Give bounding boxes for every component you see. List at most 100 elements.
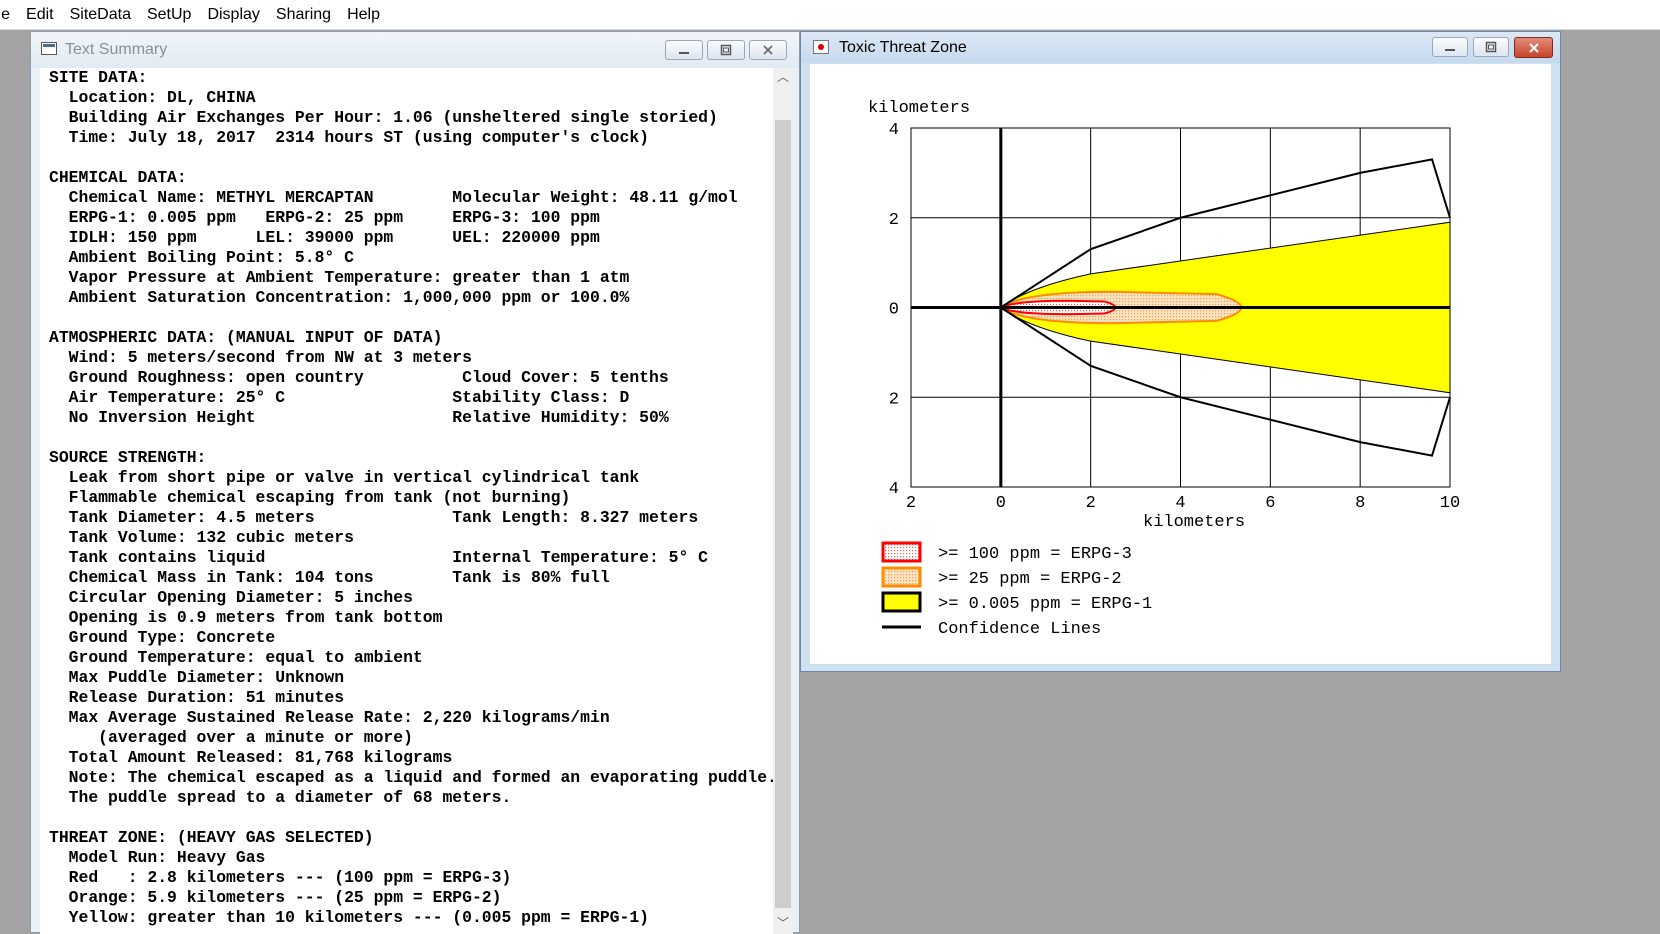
menu-bar: ile Edit SiteData SetUp Display Sharing … bbox=[0, 0, 1660, 30]
restore-icon bbox=[1485, 41, 1497, 53]
summary-line: ERPG-1: 0.005 ppm ERPG-2: 25 ppm ERPG-3:… bbox=[49, 208, 600, 227]
summary-line: Orange: 5.9 kilometers --- (25 ppm = ERP… bbox=[49, 888, 502, 907]
summary-line bbox=[49, 808, 783, 828]
summary-line: Flammable chemical escaping from tank (n… bbox=[49, 488, 571, 507]
restore-icon bbox=[720, 44, 732, 56]
threat-zone-title: Toxic Threat Zone bbox=[839, 39, 967, 56]
legend-swatch bbox=[881, 541, 922, 563]
menu-display[interactable]: Display bbox=[199, 0, 267, 29]
text-summary-title: Text Summary bbox=[65, 41, 168, 58]
summary-line: Tank Diameter: 4.5 meters Tank Length: 8… bbox=[49, 508, 699, 527]
legend-swatch bbox=[881, 566, 922, 588]
y-tick-label: 4 bbox=[889, 480, 899, 499]
threat-zone-titlebar[interactable]: Toxic Threat Zone bbox=[801, 32, 1560, 63]
summary-line: CHEMICAL DATA: bbox=[49, 168, 187, 187]
legend-swatch bbox=[881, 591, 922, 613]
summary-line bbox=[49, 148, 783, 168]
y-tick-label: 2 bbox=[889, 390, 899, 409]
summary-text: SITE DATA: Location: DL, CHINA Building … bbox=[40, 68, 783, 928]
summary-line: Ground Roughness: open country Cloud Cov… bbox=[49, 368, 669, 387]
summary-line: (averaged over a minute or more) bbox=[49, 728, 413, 747]
menu-sitedata[interactable]: SiteData bbox=[62, 0, 139, 29]
x-tick-label: 10 bbox=[1440, 494, 1460, 513]
summary-line: Ground Temperature: equal to ambient bbox=[49, 648, 423, 667]
x-tick-label: 0 bbox=[996, 494, 1006, 513]
x-tick-label: 6 bbox=[1265, 494, 1275, 513]
map-maximize-button[interactable] bbox=[1473, 37, 1509, 57]
legend-label: >= 0.005 ppm = ERPG-1 bbox=[938, 595, 1152, 614]
scroll-up-icon[interactable]: ︿ bbox=[773, 68, 793, 86]
text-summary-titlebar[interactable]: Text Summary bbox=[31, 32, 799, 68]
summary-line: Model Run: Heavy Gas bbox=[49, 848, 266, 867]
threat-zone-chart: kilometers kilometers 2 0 2 4 6 8 1042024 >= 1… bbox=[868, 99, 1460, 639]
menu-file[interactable]: ile bbox=[0, 0, 18, 29]
summary-line: Building Air Exchanges Per Hour: 1.06 (u… bbox=[49, 108, 718, 127]
summary-line: Red : 2.8 kilometers --- (100 ppm = ERPG… bbox=[49, 868, 512, 887]
menu-sharing[interactable]: Sharing bbox=[268, 0, 339, 29]
close-icon bbox=[1528, 43, 1539, 53]
x-axis-title: kilometers bbox=[1143, 513, 1245, 532]
summary-line: Note: The chemical escaped as a liquid a… bbox=[49, 768, 777, 787]
summary-line: Total Amount Released: 81,768 kilograms bbox=[49, 748, 453, 767]
vertical-scrollbar[interactable]: ︿ ﹀ bbox=[773, 68, 793, 934]
y-tick-label: 4 bbox=[889, 121, 899, 140]
summary-line: Ground Type: Concrete bbox=[49, 628, 276, 647]
summary-line: Yellow: greater than 10 kilometers --- (… bbox=[49, 908, 649, 927]
summary-line: Opening is 0.9 meters from tank bottom bbox=[49, 608, 443, 627]
map-close-button[interactable] bbox=[1514, 37, 1553, 58]
summary-line: Tank contains liquid Internal Temperatur… bbox=[49, 548, 709, 567]
menu-edit[interactable]: Edit bbox=[18, 0, 62, 29]
legend-label: >= 100 ppm = ERPG-3 bbox=[938, 545, 1132, 564]
toxic-threat-zone-window: Toxic Threat Zone kilometers kilometers … bbox=[800, 31, 1561, 672]
threat-zone-icon bbox=[813, 40, 829, 54]
legend-label: Confidence Lines bbox=[938, 620, 1101, 639]
x-tick-label: 2 bbox=[1086, 494, 1096, 513]
maximize-button[interactable] bbox=[707, 40, 745, 60]
summary-line: Ambient Saturation Concentration: 1,000,… bbox=[49, 288, 630, 307]
summary-line: THREAT ZONE: (HEAVY GAS SELECTED) bbox=[49, 828, 374, 847]
map-minimize-button[interactable] bbox=[1432, 37, 1468, 57]
summary-line bbox=[49, 428, 783, 448]
summary-line: SITE DATA: bbox=[49, 68, 148, 87]
summary-line: Leak from short pipe or valve in vertica… bbox=[49, 468, 640, 487]
workspace-background-lower bbox=[800, 672, 1660, 933]
close-button[interactable] bbox=[749, 40, 787, 60]
summary-line: Circular Opening Diameter: 5 inches bbox=[49, 588, 413, 607]
x-tick-label: 4 bbox=[1175, 494, 1185, 513]
minimize-icon bbox=[1445, 49, 1455, 51]
scrollbar-thumb[interactable] bbox=[775, 120, 791, 908]
y-tick-label: 0 bbox=[889, 301, 899, 320]
text-summary-window: Text Summary SITE DATA: Location: DL, CH… bbox=[30, 31, 800, 934]
summary-line: Wind: 5 meters/second from NW at 3 meter… bbox=[49, 348, 472, 367]
summary-line: SOURCE STRENGTH: bbox=[49, 448, 207, 467]
menu-help[interactable]: Help bbox=[339, 0, 388, 29]
legend-label: >= 25 ppm = ERPG-2 bbox=[938, 570, 1122, 589]
text-summary-content[interactable]: SITE DATA: Location: DL, CHINA Building … bbox=[40, 68, 783, 934]
threat-zone-plot-area[interactable]: kilometers kilometers 2 0 2 4 6 8 10 4 2 0 2 4 >= 1… bbox=[810, 64, 1551, 664]
summary-line: Ambient Boiling Point: 5.8° C bbox=[49, 248, 354, 267]
minimize-button[interactable] bbox=[665, 40, 703, 60]
summary-line: Release Duration: 51 minutes bbox=[49, 688, 345, 707]
summary-line: Vapor Pressure at Ambient Temperature: g… bbox=[49, 268, 630, 287]
x-tick-label: 2 bbox=[906, 494, 916, 513]
summary-line: Max Average Sustained Release Rate: 2,22… bbox=[49, 708, 610, 727]
summary-line: Chemical Mass in Tank: 104 tons Tank is … bbox=[49, 568, 610, 587]
summary-line: Location: DL, CHINA bbox=[49, 88, 256, 107]
summary-line: Air Temperature: 25° C Stability Class: … bbox=[49, 388, 630, 407]
y-tick-label: 2 bbox=[889, 211, 899, 230]
x-tick-label: 8 bbox=[1355, 494, 1365, 513]
scroll-down-icon[interactable]: ﹀ bbox=[773, 914, 793, 932]
menu-setup[interactable]: SetUp bbox=[139, 0, 199, 29]
summary-line: Max Puddle Diameter: Unknown bbox=[49, 668, 345, 687]
summary-line: IDLH: 150 ppm LEL: 39000 ppm UEL: 220000… bbox=[49, 228, 600, 247]
summary-line: The puddle spread to a diameter of 68 me… bbox=[49, 788, 512, 807]
summary-line: Tank Volume: 132 cubic meters bbox=[49, 528, 354, 547]
text-document-icon bbox=[41, 42, 57, 55]
summary-line: No Inversion Height Relative Humidity: 5… bbox=[49, 408, 669, 427]
summary-line: ATMOSPHERIC DATA: (MANUAL INPUT OF DATA) bbox=[49, 328, 443, 347]
y-axis-title: kilometers bbox=[868, 99, 970, 118]
close-icon bbox=[763, 45, 773, 55]
minimize-icon bbox=[679, 52, 689, 54]
summary-line: Chemical Name: METHYL MERCAPTAN Molecula… bbox=[49, 188, 738, 207]
workspace-background bbox=[0, 30, 30, 933]
